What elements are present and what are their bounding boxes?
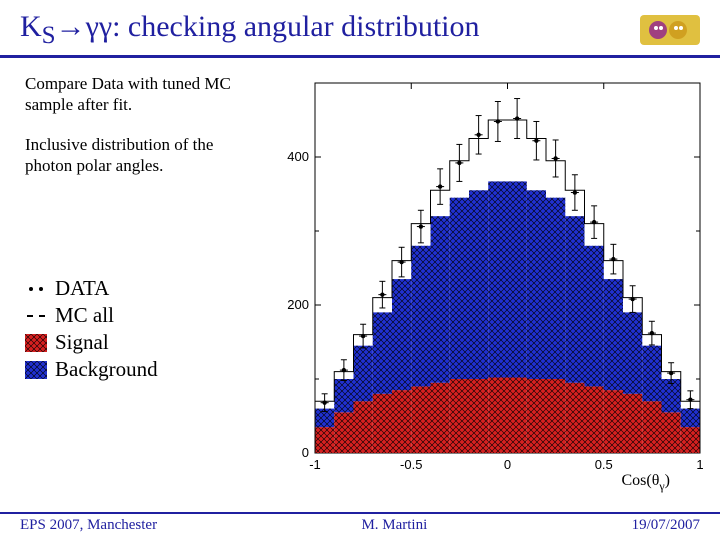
title-rest: : checking angular distribution — [112, 10, 479, 43]
bkg-swatch-icon — [25, 361, 47, 379]
title-sub-s: S — [42, 22, 56, 49]
xlabel-close: ) — [665, 472, 670, 489]
kloe-logo — [640, 15, 700, 45]
svg-text:200: 200 — [287, 297, 309, 312]
description-1: Compare Data with tuned MC sample after … — [25, 73, 260, 116]
footer-venue: EPS 2007, Manchester — [20, 514, 157, 534]
description-2: Inclusive distribution of the photon pol… — [25, 134, 260, 177]
svg-text:0: 0 — [504, 457, 511, 472]
data-marker-icon — [25, 280, 47, 298]
legend-label-mc: MC all — [55, 303, 114, 328]
mc-line-icon — [25, 307, 47, 325]
svg-text:400: 400 — [287, 149, 309, 164]
xlabel: Cos(θ — [621, 472, 659, 489]
svg-text:0.5: 0.5 — [595, 457, 613, 472]
legend-row-signal: Signal — [25, 330, 260, 355]
page-title: KS→γγ: checking angular distribution — [20, 10, 480, 50]
angular-distribution-chart: 0 200 400 -1 -0.5 0 0.5 1 Cos(θγ) — [270, 73, 710, 498]
svg-text:Cos(θγ): Cos(θγ) — [621, 472, 670, 493]
title-k: K — [20, 10, 42, 43]
legend-row-mc: MC all — [25, 303, 260, 328]
legend: DATA MC all Signal — [25, 276, 260, 382]
svg-text:-0.5: -0.5 — [400, 457, 422, 472]
legend-label-bkg: Background — [55, 357, 158, 382]
title-arrow-gg: →γγ — [56, 10, 113, 43]
footer-author: M. Martini — [361, 514, 427, 534]
svg-text:1: 1 — [696, 457, 703, 472]
legend-label-data: DATA — [55, 276, 109, 301]
svg-text:0: 0 — [302, 445, 309, 460]
svg-text:-1: -1 — [309, 457, 321, 472]
legend-row-data: DATA — [25, 276, 260, 301]
footer-date: 19/07/2007 — [632, 514, 700, 534]
legend-label-signal: Signal — [55, 330, 109, 355]
legend-row-bkg: Background — [25, 357, 260, 382]
signal-swatch-icon — [25, 334, 47, 352]
left-column: Compare Data with tuned MC sample after … — [25, 73, 270, 498]
footer: EPS 2007, Manchester M. Martini 19/07/20… — [0, 512, 720, 534]
